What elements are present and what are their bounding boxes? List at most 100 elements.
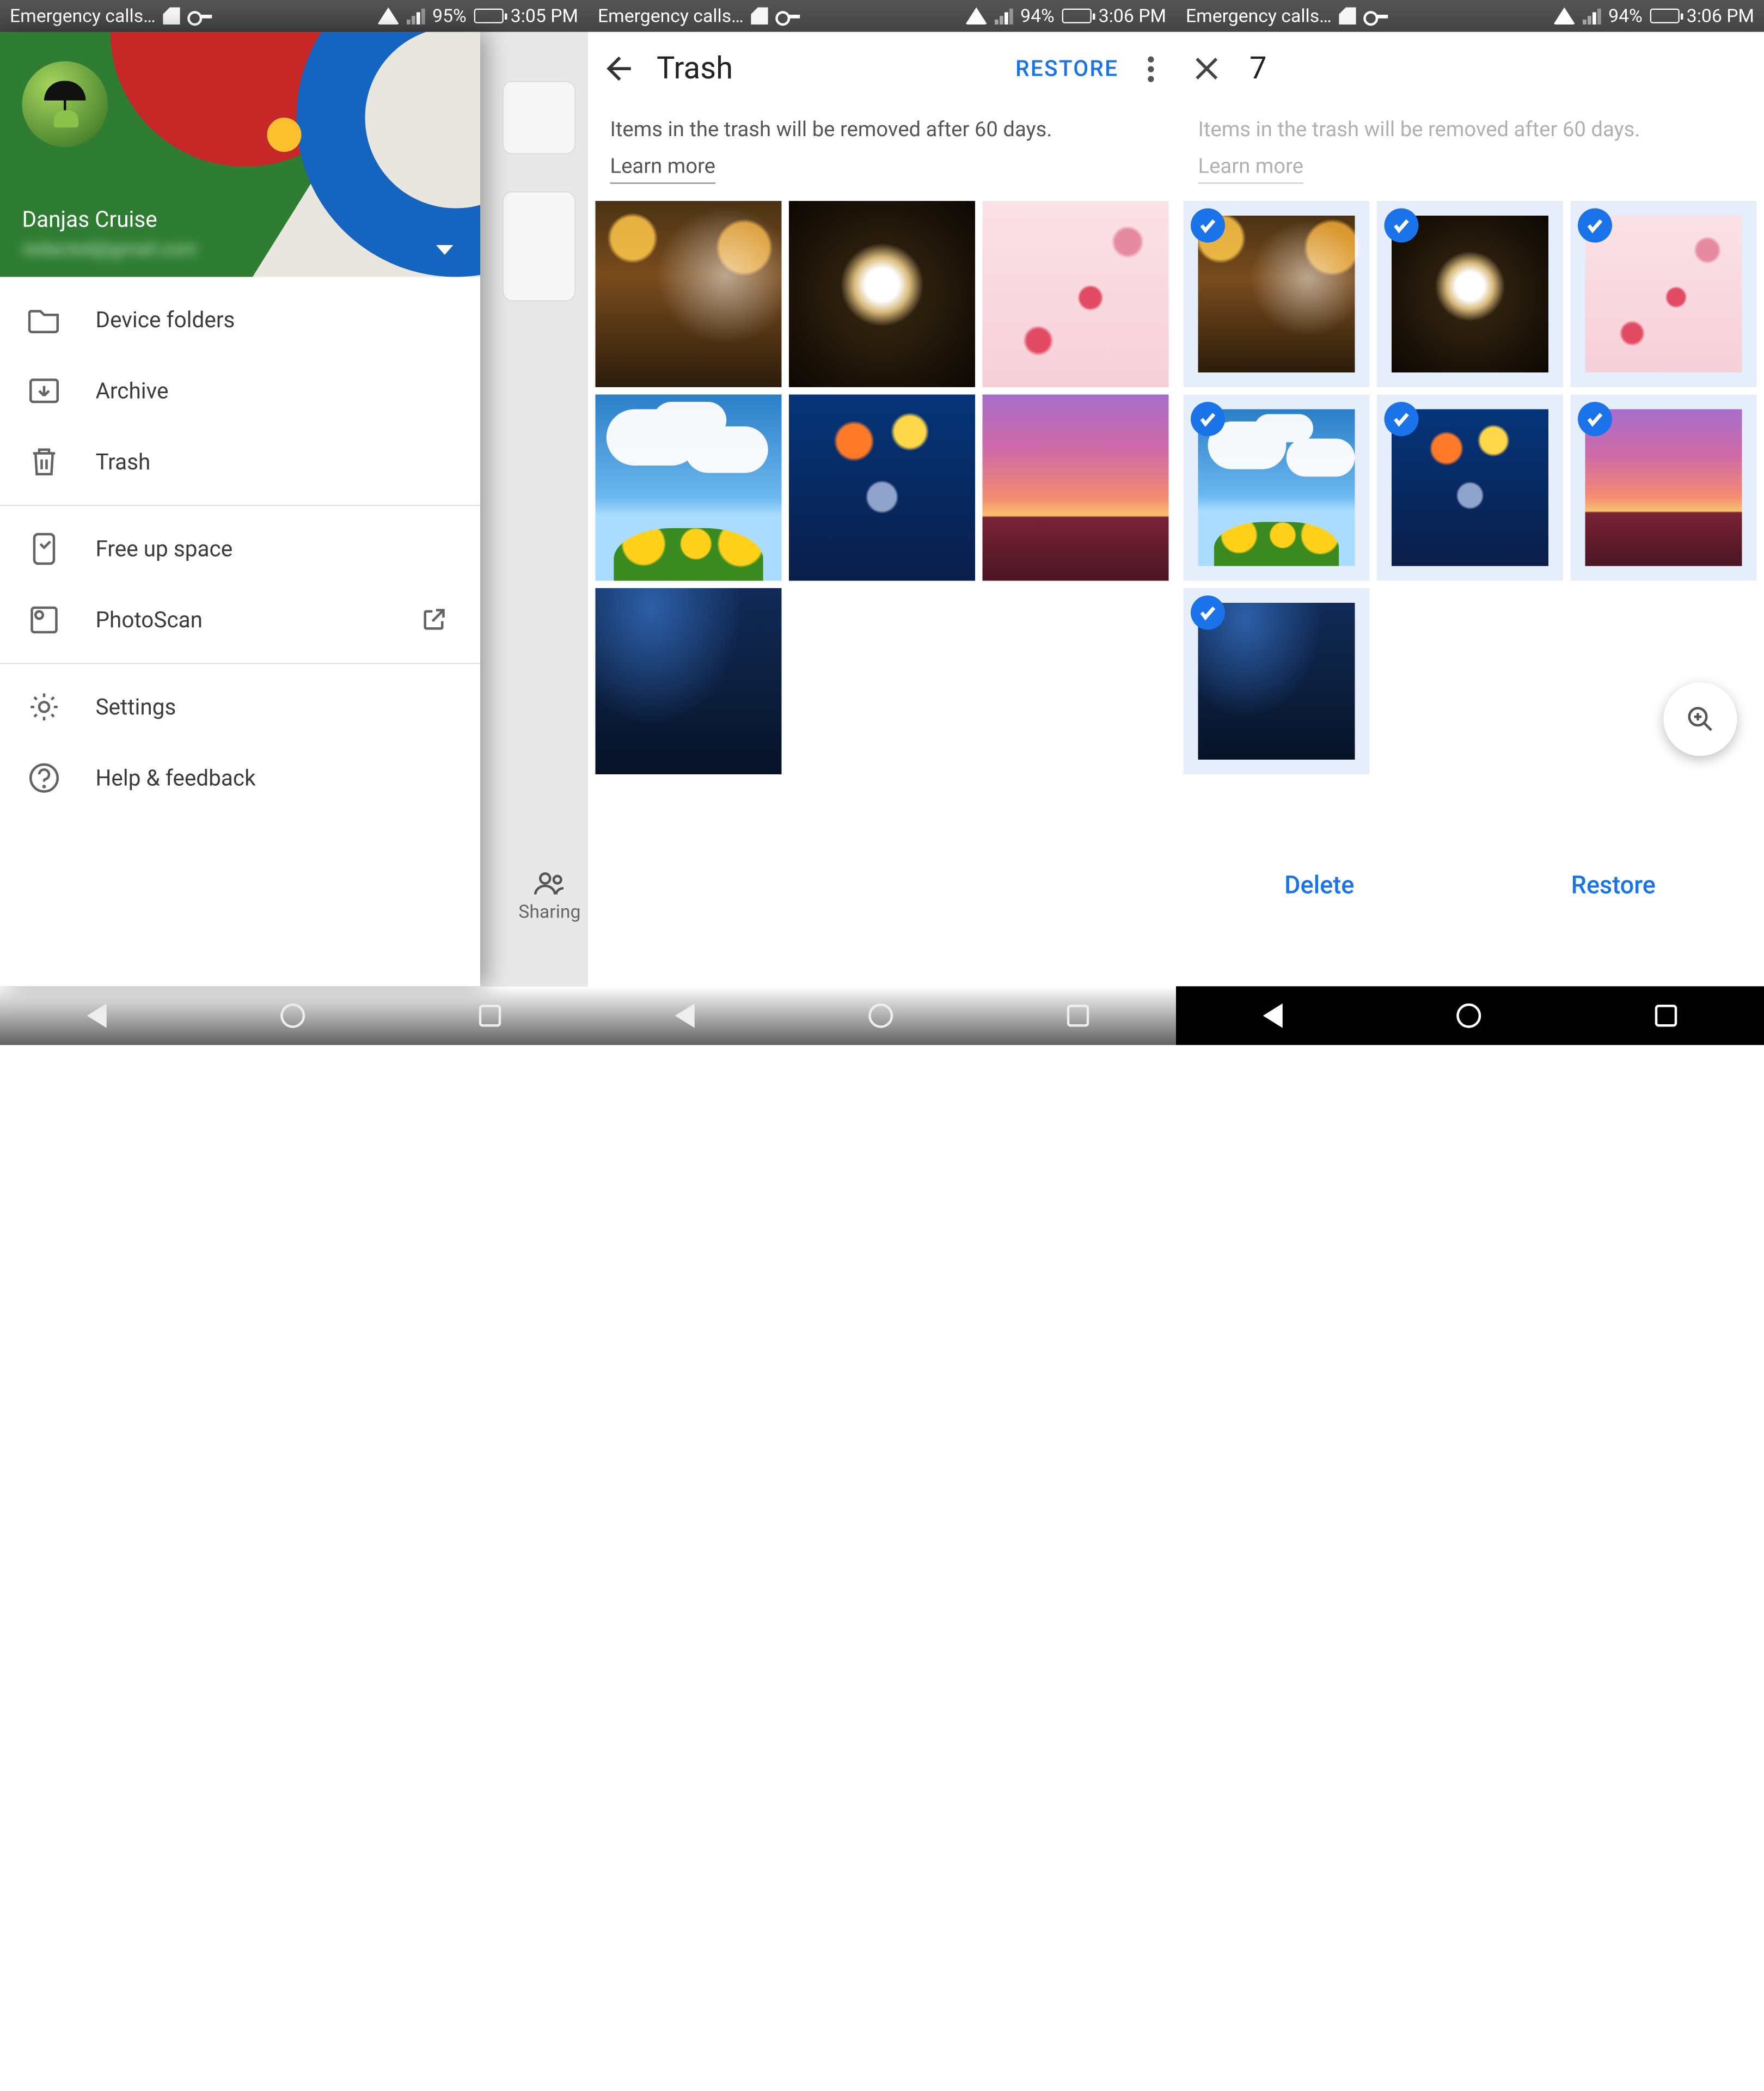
thumb-sunset[interactable] [983,395,1169,581]
bg-card-hint [503,191,576,302]
nav-home-icon[interactable] [280,1004,305,1028]
drawer-item-archive[interactable]: Archive [0,356,480,427]
wifi-icon [1553,8,1576,25]
thumb-fish[interactable] [789,395,975,581]
selection-app-bar: 7 [1176,32,1764,106]
thumb-gem[interactable] [1377,201,1563,387]
nav-recents-icon[interactable] [1655,1005,1677,1027]
account-dropdown-icon[interactable] [436,245,454,255]
battery-icon [474,9,503,23]
delete-button[interactable]: Delete [1284,870,1354,900]
thumb-fish[interactable] [1377,395,1563,581]
divider [0,505,480,506]
selection-count: 7 [1250,51,1267,86]
back-button[interactable] [603,53,635,85]
trash-icon [27,445,62,479]
nav-back-icon[interactable] [1263,1004,1283,1028]
trash-notice: Items in the trash will be removed after… [588,106,1176,201]
restore-button[interactable]: Restore [1571,870,1656,900]
learn-more-link[interactable]: Learn more [610,151,716,184]
sim-icon [751,8,768,25]
app-bar: Trash RESTORE [588,32,1176,106]
arrow-left-icon [603,53,635,85]
selected-check-icon [1578,209,1612,243]
wifi-icon [377,8,400,25]
nav-home-icon[interactable] [1456,1004,1481,1028]
learn-more-link[interactable]: Learn more [1198,151,1304,184]
status-network-text: Emergency calls… [598,5,744,27]
zoom-fab[interactable] [1664,682,1737,756]
nav-back-icon[interactable] [87,1004,107,1028]
system-nav-bar [588,986,1176,1045]
cell-signal-icon [995,8,1013,25]
screen-trash-selection: Emergency calls… 94% 3:06 PM 7 Items in … [1176,0,1764,1045]
overflow-menu-button[interactable] [1141,48,1161,89]
drawer-item-label: Free up space [96,536,233,561]
selected-check-icon [1385,209,1419,243]
thumb-autumn[interactable] [596,201,782,387]
thumb-gem[interactable] [789,201,975,387]
restore-all-button[interactable]: RESTORE [1015,56,1118,81]
status-network-text: Emergency calls… [10,5,156,27]
thumb-flowers[interactable] [1571,201,1757,387]
thumb-autumn[interactable] [1184,201,1370,387]
notice-text: Items in the trash will be removed after… [610,118,1052,142]
folder-icon [27,303,62,337]
screen-drawer: Emergency calls… 95% 3:05 PM Sharing [0,0,588,1045]
help-icon [27,761,62,795]
clock: 3:05 PM [511,5,578,27]
archive-icon [27,374,62,408]
avatar[interactable] [22,62,108,148]
magnify-plus-icon [1685,704,1717,736]
action-bar: Delete Restore [1176,842,1764,928]
navigation-drawer: Danjas Cruise redacted@gmail.com Device … [0,32,480,987]
clock: 3:06 PM [1099,5,1166,27]
account-name: Danjas Cruise [22,207,157,233]
selected-check-icon [1191,209,1225,243]
thumbnail-grid [1176,201,1764,774]
drawer-item-photoscan[interactable]: PhotoScan [0,584,480,656]
battery-pct: 95% [432,5,467,27]
vpn-key-icon [775,10,798,22]
thumb-sunflower-sky[interactable] [1184,395,1370,581]
drawer-item-device-folders[interactable]: Device folders [0,284,480,356]
screen-trash: Emergency calls… 94% 3:06 PM Trash RESTO… [588,0,1176,1045]
status-bar: Emergency calls… 94% 3:06 PM [1176,0,1764,32]
status-bar: Emergency calls… 95% 3:05 PM [0,0,588,32]
tab-sharing[interactable]: Sharing [518,871,580,923]
page-title: Trash [657,51,733,86]
cell-signal-icon [1583,8,1601,25]
thumb-sunset[interactable] [1571,395,1757,581]
notice-text: Items in the trash will be removed after… [1198,118,1640,142]
photoscan-icon [27,603,62,637]
wifi-icon [965,8,988,25]
status-bar: Emergency calls… 94% 3:06 PM [588,0,1176,32]
system-nav-bar [0,986,588,1045]
thumb-flowers[interactable] [983,201,1169,387]
thumb-night-sky[interactable] [596,588,782,774]
background-dimmed[interactable] [478,32,589,987]
free-up-space-icon [27,532,62,566]
tab-sharing-label: Sharing [518,901,580,923]
thumb-sunflower-sky[interactable] [596,395,782,581]
nav-home-icon[interactable] [868,1004,893,1028]
nav-back-icon[interactable] [675,1004,695,1028]
close-selection-button[interactable] [1193,55,1221,82]
sim-icon [163,8,180,25]
drawer-item-label: Settings [96,694,176,720]
nav-recents-icon[interactable] [1067,1005,1089,1027]
divider [0,663,480,664]
drawer-header[interactable]: Danjas Cruise redacted@gmail.com [0,32,480,277]
drawer-item-trash[interactable]: Trash [0,426,480,498]
system-nav-bar [1176,986,1764,1045]
drawer-item-settings[interactable]: Settings [0,671,480,743]
vpn-key-icon [187,10,210,22]
thumb-night-sky[interactable] [1184,588,1370,774]
cell-signal-icon [407,8,425,25]
drawer-item-help[interactable]: Help & feedback [0,743,480,814]
selected-check-icon [1191,402,1225,436]
clock: 3:06 PM [1687,5,1754,27]
drawer-item-label: Help & feedback [96,765,256,791]
drawer-item-free-up-space[interactable]: Free up space [0,513,480,585]
nav-recents-icon[interactable] [479,1005,501,1027]
